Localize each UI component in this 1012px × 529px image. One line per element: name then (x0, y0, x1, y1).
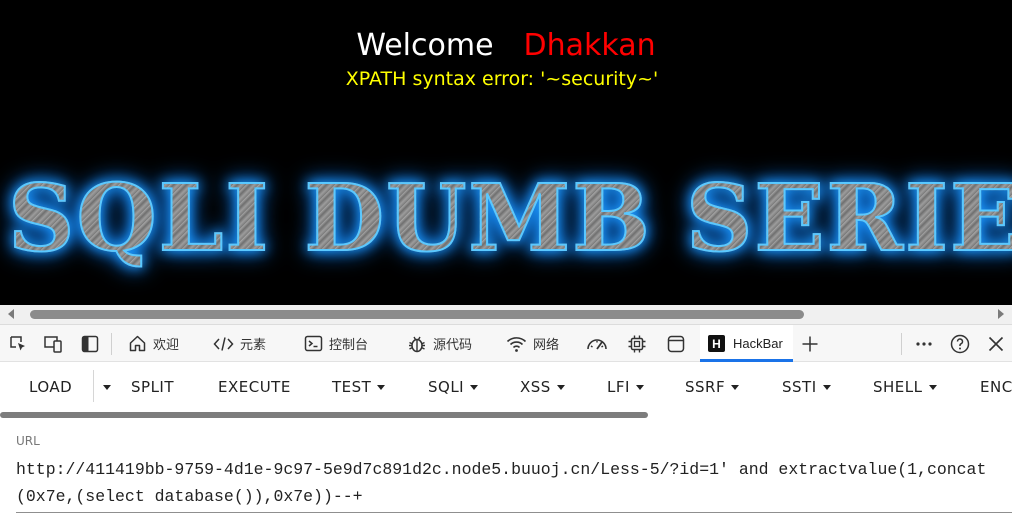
scrollbar-thumb[interactable] (30, 310, 804, 319)
button-label: XSS (520, 378, 551, 396)
chevron-down-icon (928, 384, 937, 390)
horizontal-scrollbar[interactable] (0, 305, 1012, 324)
sidebar-toggle-icon (81, 335, 99, 352)
lfi-menu-button[interactable]: LFI (607, 376, 644, 398)
ssti-menu-button[interactable]: SSTI (782, 376, 831, 398)
test-menu-button[interactable]: TEST (332, 376, 386, 398)
welcome-line: Welcome Dhakkan (0, 28, 1012, 64)
sidebar-toggle-button[interactable] (81, 325, 99, 362)
code-icon (213, 336, 234, 351)
plus-icon (802, 336, 818, 351)
toolbar-scrollbar[interactable] (0, 412, 648, 418)
chevron-down-icon (103, 384, 111, 390)
tab-welcome[interactable]: 欢迎 (128, 325, 179, 362)
chevron-down-icon (635, 384, 644, 390)
tab-label: HackBar (733, 336, 783, 351)
user-name: Dhakkan (523, 28, 656, 63)
load-button[interactable]: LOAD (29, 376, 72, 398)
inspect-button[interactable] (8, 325, 28, 362)
tab-label: 元素 (240, 338, 267, 353)
tab-elements[interactable]: 元素 (213, 325, 266, 362)
button-label: SSRF (685, 378, 726, 396)
sqli-dumb-series-banner: SQLI DUMB SERIES (7, 167, 1012, 269)
hackbar-icon: H (708, 335, 725, 352)
sqli-menu-button[interactable]: SQLI (428, 376, 479, 398)
load-dropdown-button[interactable] (97, 376, 111, 398)
ssrf-menu-button[interactable]: SSRF (685, 376, 740, 398)
more-icon (916, 341, 932, 346)
add-tab-button[interactable] (801, 325, 819, 362)
tab-label: 欢迎 (153, 338, 180, 353)
tab-performance[interactable] (586, 325, 608, 362)
hackbar-toolbar: LOAD SPLIT EXECUTE TEST SQLI XSS LFI SSR… (0, 362, 1012, 412)
web-page: Welcome Dhakkan XPATH syntax error: '~sec… (0, 0, 1012, 305)
cpu-icon (628, 335, 646, 352)
xpath-error-message: XPATH syntax error: '~security~' (345, 68, 659, 90)
button-label: SSTI (782, 378, 817, 396)
close-devtools-button[interactable] (987, 325, 1005, 362)
device-emulation-button[interactable] (43, 325, 65, 362)
divider (901, 333, 902, 355)
enc-menu-button[interactable]: ENC (980, 376, 1012, 398)
tab-network[interactable]: 网络 (506, 325, 559, 362)
help-button[interactable] (950, 325, 970, 362)
console-icon (304, 335, 323, 352)
button-label: SQLI (428, 378, 465, 396)
button-label: TEST (332, 378, 372, 396)
button-label: LOAD (29, 378, 73, 396)
divider (93, 370, 94, 402)
tab-sources[interactable]: 源代码 (407, 325, 472, 362)
button-label: LFI (607, 378, 630, 396)
button-label: SHELL (873, 378, 923, 396)
chevron-down-icon (470, 384, 479, 390)
button-label: ENC (980, 378, 1012, 396)
inspect-icon (10, 335, 25, 350)
tab-application[interactable] (667, 325, 685, 362)
home-icon (129, 335, 146, 352)
welcome-text: Welcome (356, 28, 494, 63)
scroll-left-arrow-icon[interactable] (8, 309, 14, 319)
more-tools-button[interactable] (914, 325, 934, 362)
tab-label: 源代码 (433, 338, 473, 353)
chevron-down-icon (377, 384, 386, 390)
split-button[interactable]: SPLIT (131, 376, 174, 398)
wifi-icon (506, 336, 527, 352)
url-input[interactable]: http://411419bb-9759-4d1e-9c97-5e9d7c891… (16, 456, 1006, 510)
button-label: SPLIT (131, 378, 175, 396)
url-field-label: URL (16, 434, 40, 448)
tab-label: 网络 (533, 338, 560, 353)
chevron-down-icon (731, 384, 740, 390)
tab-memory[interactable] (627, 325, 647, 362)
tab-hackbar[interactable]: H HackBar (700, 325, 793, 362)
button-label: EXECUTE (218, 378, 291, 396)
tab-label: 控制台 (329, 338, 369, 353)
shell-menu-button[interactable]: SHELL (873, 376, 937, 398)
help-icon (950, 334, 970, 353)
execute-button[interactable]: EXECUTE (218, 376, 291, 398)
close-icon (988, 336, 1004, 351)
devtools-tab-bar: 欢迎 元素 控制台 源代码 网络 H HackBar (0, 324, 1012, 362)
xss-menu-button[interactable]: XSS (520, 376, 565, 398)
chevron-down-icon (822, 384, 831, 390)
scroll-right-arrow-icon[interactable] (998, 309, 1004, 319)
performance-icon (587, 338, 607, 350)
tab-console[interactable]: 控制台 (304, 325, 368, 362)
chevron-down-icon (556, 384, 565, 390)
application-icon (667, 335, 685, 352)
divider (111, 333, 112, 355)
bug-icon (409, 336, 425, 352)
device-emulation-icon (44, 335, 62, 353)
url-input-underline (16, 512, 1012, 513)
